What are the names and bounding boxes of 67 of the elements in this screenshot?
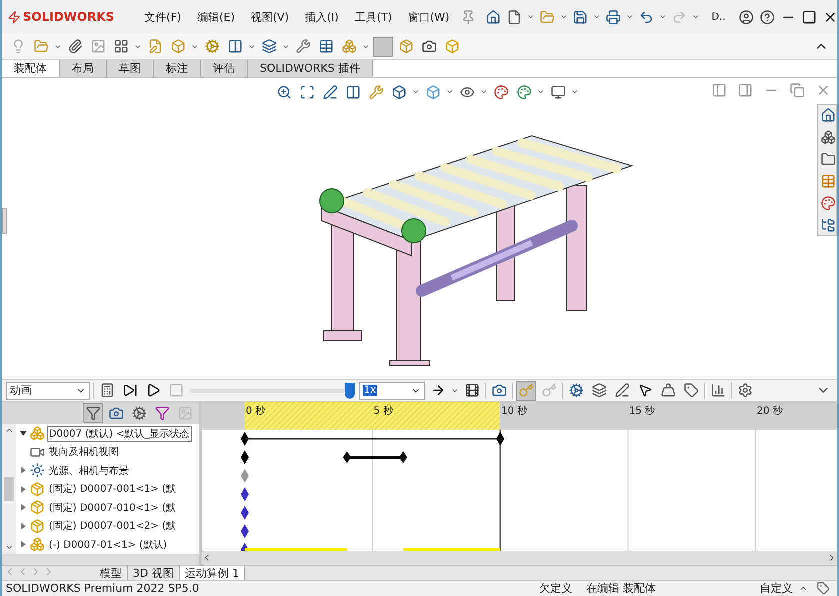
part-icon	[30, 518, 45, 534]
tree-item[interactable]: 视向及相机视图	[47, 444, 121, 460]
keyframe-range[interactable]	[343, 452, 408, 464]
units-dropdown[interactable]: 自定义	[760, 581, 793, 596]
time-ruler[interactable]: 0 秒 5 秒 10 秒 15 秒 20 秒	[202, 402, 837, 430]
command-tab[interactable]: 评估	[201, 60, 248, 77]
panel-handle[interactable]	[2, 208, 7, 234]
keyframe-icon[interactable]	[241, 524, 249, 538]
timeline-scrollbar[interactable]	[202, 551, 837, 565]
keyframe-icon[interactable]	[241, 450, 249, 464]
menu-item[interactable]: 工具(T)	[348, 10, 398, 24]
keyframe-icon[interactable]	[241, 488, 249, 502]
expand-arrow-icon[interactable]	[20, 430, 26, 438]
dropdown-caret-icon[interactable]	[412, 88, 420, 96]
command-tab[interactable]: SOLIDWORKS 插件	[248, 60, 374, 77]
time-tick-label: 20 秒	[757, 404, 783, 418]
part-icon	[30, 482, 45, 497]
document-name[interactable]: D..	[704, 12, 734, 22]
keyframe-icon[interactable]	[241, 432, 249, 446]
slider-thumb[interactable]	[345, 382, 356, 398]
scrollbar[interactable]	[2, 554, 199, 565]
bottom-tab[interactable]: 运动算例 1	[180, 566, 246, 580]
dropdown-caret-icon[interactable]	[571, 88, 579, 96]
study-type-dropdown[interactable]: 动画	[6, 382, 90, 400]
menu-item[interactable]: 文件(F)	[138, 10, 188, 24]
dropdown-caret-icon[interactable]	[626, 13, 634, 21]
assembly-icon	[30, 426, 45, 442]
dropdown-caret-icon[interactable]	[658, 13, 667, 21]
command-tab[interactable]: 草图	[107, 60, 154, 77]
dropdown-caret-icon[interactable]	[446, 88, 454, 96]
time-tick-label: 10 秒	[502, 404, 528, 418]
dropdown-caret-icon[interactable]	[560, 13, 568, 21]
speed-dropdown[interactable]: 1x	[359, 382, 425, 400]
time-tick-label: 5 秒	[374, 404, 394, 418]
command-tab[interactable]: 布局	[60, 60, 107, 77]
filter-icon[interactable]	[83, 403, 103, 424]
dropdown-caret-icon[interactable]	[537, 88, 545, 96]
command-tab[interactable]: 标注	[154, 60, 201, 77]
tree-item[interactable]: D0007 (默认) <默认_显示状态	[47, 426, 192, 442]
status-product: SOLIDWORKS Premium 2022 SP5.0	[6, 582, 200, 595]
dropdown-caret-icon[interactable]	[692, 13, 700, 21]
time-tick-label: 0 秒	[246, 404, 266, 418]
tree-scrollbar[interactable]	[2, 424, 16, 554]
assembly-icon	[30, 537, 45, 552]
dropdown-caret-icon[interactable]	[592, 13, 601, 21]
menu-item[interactable]: 编辑(E)	[191, 10, 242, 24]
tree-item[interactable]: (固定) D0007-010<1> (默	[47, 500, 178, 516]
tree-item[interactable]: (固定) D0007-001<2> (默	[47, 518, 178, 534]
tree-item[interactable]: (固定) D0007-001<1> (默	[47, 481, 178, 498]
status-text: 欠定义	[539, 581, 572, 596]
playback-slider[interactable]	[190, 382, 355, 398]
app-logo: SOLIDWORKS	[8, 10, 115, 24]
tree-item[interactable]: 光源、相机与布景	[47, 462, 131, 479]
menu-item[interactable]: 视图(V)	[245, 10, 296, 24]
menu-item[interactable]: 窗口(W)	[402, 10, 456, 24]
dropdown-caret-icon[interactable]	[526, 13, 535, 21]
lights-folder-icon	[30, 463, 45, 478]
scroll-thumb[interactable]	[4, 477, 14, 502]
keyframe-icon[interactable]	[241, 506, 249, 520]
dropdown-caret-icon[interactable]	[480, 88, 488, 96]
key-icon[interactable]	[516, 380, 536, 400]
menu-item[interactable]: 插入(I)	[299, 10, 345, 24]
time-tick-label: 15 秒	[629, 404, 656, 418]
status-text: 在编辑 装配体	[586, 581, 656, 596]
keyframe-icon[interactable]	[496, 432, 504, 446]
part-icon	[30, 500, 45, 516]
tree-item[interactable]: (-) D0007-01<1> (默认)	[47, 536, 170, 553]
